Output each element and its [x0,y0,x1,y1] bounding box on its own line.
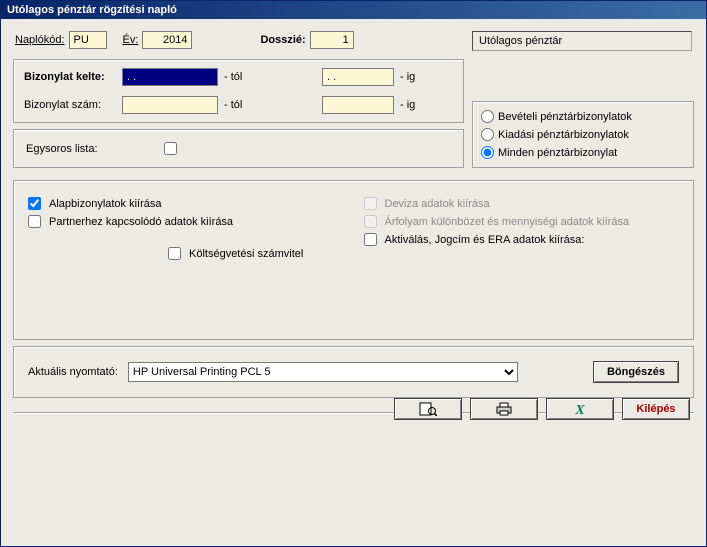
ev-input[interactable] [142,31,192,49]
opt-partner[interactable]: Partnerhez kapcsolódó adatok kiírása [28,215,344,228]
radio-beveteli-label: Bevételi pénztárbizonylatok [498,111,632,123]
oneline-row[interactable]: Egysoros lista: [24,138,453,159]
content-area: Naplókód: Év: Dosszié: Bizonylat kelte: … [1,19,706,430]
radio-minden-input[interactable] [481,146,494,159]
kelte-to-input[interactable] [322,68,394,86]
oneline-label: Egysoros lista: [26,143,156,155]
opt-alapbiz-label: Alapbizonylatok kiírása [49,198,162,210]
radio-kiadasi-label: Kiadási pénztárbizonylatok [498,129,629,141]
radio-minden[interactable]: Minden pénztárbizonylat [481,146,685,159]
header-split: Naplókód: Év: Dosszié: Bizonylat kelte: … [13,27,694,174]
radio-kiadasi-input[interactable] [481,128,494,141]
header-row: Naplókód: Év: Dosszié: [13,27,464,59]
szam-from-suffix: - tól [224,99,254,111]
print-button[interactable] [470,398,538,420]
opt-deviza-label: Deviza adatok kiírása [385,198,490,210]
kelte-label: Bizonylat kelte: [24,71,116,83]
opt-aktivalas-label: Aktiválás, Jogcím és ERA adatok kiírása: [385,234,585,246]
opt-arfolyam-checkbox [364,215,377,228]
ev-label: Év: [123,34,139,46]
kelte-from-suffix: - tól [224,71,254,83]
radio-minden-label: Minden pénztárbizonylat [498,147,617,159]
opt-arfolyam: Árfolyam különbözet és mennyiségi adatok… [364,215,680,228]
radio-group: Bevételi pénztárbizonylatok Kiadási pénz… [481,110,685,159]
radio-beveteli-input[interactable] [481,110,494,123]
radio-kiadasi[interactable]: Kiadási pénztárbizonylatok [481,128,685,141]
opt-partner-checkbox[interactable] [28,215,41,228]
titlebar: Utólagos pénztár rögzítési napló [1,1,706,19]
readonly-title-wrap [472,27,694,51]
svg-text:X: X [574,403,585,416]
options-right: Deviza adatok kiírása Árfolyam különböze… [364,197,680,265]
header-right: Bevételi pénztárbizonylatok Kiadási pénz… [472,27,694,174]
szam-to-suffix: - ig [400,99,415,111]
dosszie-input[interactable] [310,31,354,49]
exit-button-label: Kilépés [636,403,675,415]
kelte-from-input[interactable] [122,68,218,86]
oneline-checkbox[interactable] [164,142,177,155]
window-title: Utólagos pénztár rögzítési napló [7,4,177,16]
opt-koltseg[interactable]: Költségvetési számvitel [168,247,344,260]
preview-button[interactable] [394,398,462,420]
naplokod-input[interactable] [69,31,107,49]
szam-to-input[interactable] [322,96,394,114]
readonly-title [472,31,692,51]
oneline-fieldset: Egysoros lista: [13,129,464,168]
browse-button-label: Böngészés [607,366,665,378]
szam-row: Bizonylat szám: - tól - ig [24,96,453,114]
opt-aktivalas[interactable]: Aktiválás, Jogcím és ERA adatok kiírása: [364,233,680,246]
preview-icon [419,402,437,416]
opt-arfolyam-label: Árfolyam különbözet és mennyiségi adatok… [385,216,630,228]
browse-button[interactable]: Böngészés [593,361,679,383]
radio-fieldset: Bevételi pénztárbizonylatok Kiadási pénz… [472,101,694,168]
date-fieldset: Bizonylat kelte: - tól - ig Bizonylat sz… [13,59,464,123]
bottom-bar: X Kilépés [394,398,690,420]
kelte-to-suffix: - ig [400,71,415,83]
szam-from-input[interactable] [122,96,218,114]
options-fieldset: Alapbizonylatok kiírása Partnerhez kapcs… [13,180,694,340]
opt-aktivalas-checkbox[interactable] [364,233,377,246]
opt-deviza: Deviza adatok kiírása [364,197,680,210]
header-left: Naplókód: Év: Dosszié: Bizonylat kelte: … [13,27,464,174]
opt-deviza-checkbox [364,197,377,210]
opt-koltseg-label: Költségvetési számvitel [189,248,303,260]
printer-label: Aktuális nyomtató: [28,366,118,378]
szam-label: Bizonylat szám: [24,99,116,111]
dosszie-label: Dosszié: [260,34,305,46]
options-columns: Alapbizonylatok kiírása Partnerhez kapcs… [28,197,679,265]
printer-fieldset: Aktuális nyomtató: HP Universal Printing… [13,346,694,398]
opt-alapbiz-checkbox[interactable] [28,197,41,210]
excel-icon: X [571,402,589,416]
options-left: Alapbizonylatok kiírása Partnerhez kapcs… [28,197,344,265]
opt-alapbiz[interactable]: Alapbizonylatok kiírása [28,197,344,210]
dialog-window: Utólagos pénztár rögzítési napló Naplókó… [0,0,707,547]
exit-button[interactable]: Kilépés [622,398,690,420]
opt-partner-label: Partnerhez kapcsolódó adatok kiírása [49,216,233,228]
opt-koltseg-checkbox[interactable] [168,247,181,260]
excel-button[interactable]: X [546,398,614,420]
printer-icon [495,402,513,416]
kelte-row: Bizonylat kelte: - tól - ig [24,68,453,86]
printer-select[interactable]: HP Universal Printing PCL 5 [128,362,518,382]
radio-beveteli[interactable]: Bevételi pénztárbizonylatok [481,110,685,123]
naplokod-label: Naplókód: [15,34,65,46]
